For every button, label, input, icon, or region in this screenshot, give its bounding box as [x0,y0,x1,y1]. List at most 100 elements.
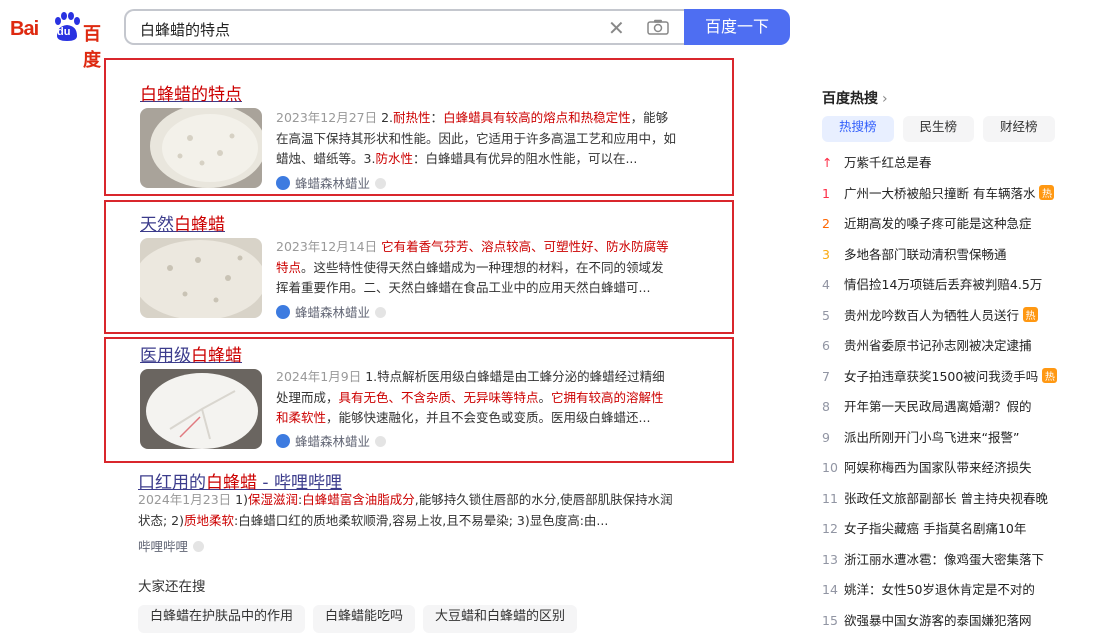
hot-rank: 2 [822,216,844,231]
snippet-text: ，能够快速融化，并且不会变色或变质。医用级白蜂蜡还... [326,410,650,425]
snippet-text: 。 [539,390,552,405]
hot-rank: 7 [822,369,844,384]
hot-item-text: 开年第一天民政局遇离婚潮？假的 [844,399,1032,414]
hot-item-text: 浙江丽水遭冰雹：像鸡蛋大密集落下 [844,552,1044,567]
hot-item-text: 张政任文旅部副部长 曾主持央视春晚 [844,491,1048,506]
hot-item[interactable]: 1广州一大桥被船只撞断 有车辆落水热 [822,183,1077,214]
hot-badge: 热 [1039,185,1054,200]
logo-latin: Bai [10,18,38,41]
snippet-text: 。这些特性使得天然白蜂蜡成为一种理想的材料，在不同的领域发挥着重要作用。二、天然… [276,260,664,296]
hot-item[interactable]: 12女子指尖藏癌 手指莫名剧痛10年 [822,518,1077,549]
source-name: 蜂蜡森林蜡业 [295,305,370,320]
snippet-highlight: 耐热性 [393,110,431,125]
hot-item-text: 广州一大桥被船只撞断 有车辆落水 [844,186,1035,201]
hot-rank: 15 [822,613,844,628]
hot-item-text: 情侣捡14万项链后丢弃被判赔4.5万 [844,277,1042,292]
more-icon[interactable] [375,178,386,189]
hot-item[interactable]: 2近期高发的嗓子疼可能是这种急症 [822,213,1077,244]
source-name: 蜂蜡森林蜡业 [295,176,370,191]
snippet-text: :白蜂蜡口红的质地柔软顺滑,容易上妆,且不易晕染; 3)显色度高:由... [234,513,608,528]
hot-item-text: 女子指尖藏癌 手指莫名剧痛10年 [844,521,1026,536]
hot-item-text: 女子拍违章获奖1500被问我烫手吗 [844,369,1038,384]
more-icon[interactable] [375,307,386,318]
search-input[interactable] [138,18,582,40]
also-search-list: 白蜂蜡在护肤品中的作用 白蜂蜡能吃吗 大豆蜡和白蜂蜡的区别 [138,605,577,633]
hot-rank: 12 [822,521,844,536]
title-highlight: 白蜂蜡 [191,346,242,366]
snippet-highlight: 防水性 [375,151,413,166]
hot-item[interactable]: ↑万紫千红总是春 [822,152,1077,183]
clear-icon[interactable]: ✕ [608,16,625,40]
title-highlight: 白蜂蜡的特点 [140,85,242,105]
more-icon[interactable] [375,436,386,447]
hot-item-text: 贵州龙吟数百人为牺牲人员送行 [844,308,1019,323]
snippet-text: ： [431,110,444,125]
snippet-highlight: 保湿滋润 [248,492,298,507]
hot-item[interactable]: 14姚洋：女性50岁退休肯定是不对的 [822,579,1077,610]
hot-item[interactable]: 10阿娱称梅西为国家队带来经济损失 [822,457,1077,488]
hot-item[interactable]: 13浙江丽水遭冰雹：像鸡蛋大密集落下 [822,549,1077,580]
hot-item[interactable]: 6贵州省委原书记孙志刚被决定逮捕 [822,335,1077,366]
hot-rank: 14 [822,582,844,597]
also-search-chip[interactable]: 白蜂蜡能吃吗 [313,605,415,633]
hot-item[interactable]: 11张政任文旅部副部长 曾主持央视春晚 [822,488,1077,519]
source-name: 蜂蜡森林蜡业 [295,434,370,449]
result-thumbnail[interactable] [140,108,262,188]
hot-item-text: 万紫千红总是春 [844,155,932,170]
hot-item[interactable]: 8开年第一天民政局遇离婚潮？假的 [822,396,1077,427]
hot-item-text: 贵州省委原书记孙志刚被决定逮捕 [844,338,1032,353]
result-title[interactable]: 天然白蜂蜡 [140,210,225,235]
result-title[interactable]: 医用级白蜂蜡 [140,341,242,366]
snippet-text: 1) [231,492,248,507]
also-search-chip[interactable]: 大豆蜡和白蜂蜡的区别 [423,605,577,633]
hot-rank: 3 [822,247,844,262]
hot-item[interactable]: 3多地各部门联动清积雪保畅通 [822,244,1077,275]
hot-item[interactable]: 9派出所刚开门小鸟飞进来“报警” [822,427,1077,458]
hot-rank: 8 [822,399,844,414]
source-logo-icon [276,434,290,448]
hot-title-text: 百度热搜 [822,91,878,107]
result-card-1: 白蜂蜡的特点 2023年12月27日 2.耐热性：白蜂蜡具有较高的熔点和热稳定性… [104,58,734,196]
pinned-up-icon: ↑ [822,155,844,170]
hot-rank: 10 [822,460,844,475]
also-search-chip[interactable]: 白蜂蜡在护肤品中的作用 [138,605,305,633]
hot-search-title[interactable]: 百度热搜› [822,88,888,108]
tab-hot[interactable]: 热搜榜 [822,116,894,142]
result-date: 2024年1月9日 [276,369,361,384]
search-button[interactable]: 百度一下 [684,9,790,45]
result-title[interactable]: 白蜂蜡的特点 [140,80,242,105]
result-snippet: 2024年1月9日 1.特点解析医用级白蜂蜡是由工蜂分泌的蜂蜡经过精细处理而成，… [276,367,676,429]
result-source[interactable]: 哔哩哔哩 [138,536,204,555]
baidu-logo[interactable]: Bai du 百度 [10,12,110,48]
hot-item[interactable]: 5贵州龙吟数百人为牺牲人员送行热 [822,305,1077,336]
snippet-text: ：白蜂蜡具有优异的阻水性能，可以在... [413,151,637,166]
result-source[interactable]: 蜂蜡森林蜡业 [276,302,386,321]
hot-rank: 5 [822,308,844,323]
hot-rank: 6 [822,338,844,353]
hot-item-text: 姚洋：女性50岁退休肯定是不对的 [844,582,1035,597]
result-card-3: 医用级白蜂蜡 2024年1月9日 1.特点解析医用级白蜂蜡是由工蜂分泌的蜂蜡经过… [104,337,734,463]
snippet-highlight: 质地柔软 [184,513,234,528]
result-date: 2023年12月14日 [276,239,377,254]
title-highlight: 白蜂蜡 [174,215,225,235]
result-thumbnail[interactable] [140,369,262,449]
more-icon[interactable] [193,541,204,552]
result-source[interactable]: 蜂蜡森林蜡业 [276,431,386,450]
hot-badge: 热 [1042,368,1057,383]
source-name: 哔哩哔哩 [138,539,188,554]
hot-item[interactable]: 15欲强暴中国女游客的泰国嫌犯落网 [822,610,1077,640]
result-snippet: 2024年1月23日 1)保湿滋润:白蜂蜡富含油脂成分,能够持久锁住唇部的水分,… [138,490,678,531]
result-source[interactable]: 蜂蜡森林蜡业 [276,173,386,192]
result-thumbnail[interactable] [140,238,262,318]
result-snippet: 2023年12月27日 2.耐热性：白蜂蜡具有较高的熔点和热稳定性，能够在高温下… [276,108,676,170]
tab-finance[interactable]: 财经榜 [983,116,1055,142]
camera-icon[interactable] [647,19,669,35]
snippet-highlight: 具有无色、不含杂质、无异味等特点 [339,390,539,405]
hot-item-text: 派出所刚开门小鸟飞进来“报警” [844,430,1019,445]
hot-rank: 9 [822,430,844,445]
also-search-title: 大家还在搜 [138,575,206,595]
tab-livelihood[interactable]: 民生榜 [903,116,975,142]
hot-item-text: 欲强暴中国女游客的泰国嫌犯落网 [844,613,1032,628]
hot-item[interactable]: 4情侣捡14万项链后丢弃被判赔4.5万 [822,274,1077,305]
hot-item[interactable]: 7女子拍违章获奖1500被问我烫手吗热 [822,366,1077,397]
